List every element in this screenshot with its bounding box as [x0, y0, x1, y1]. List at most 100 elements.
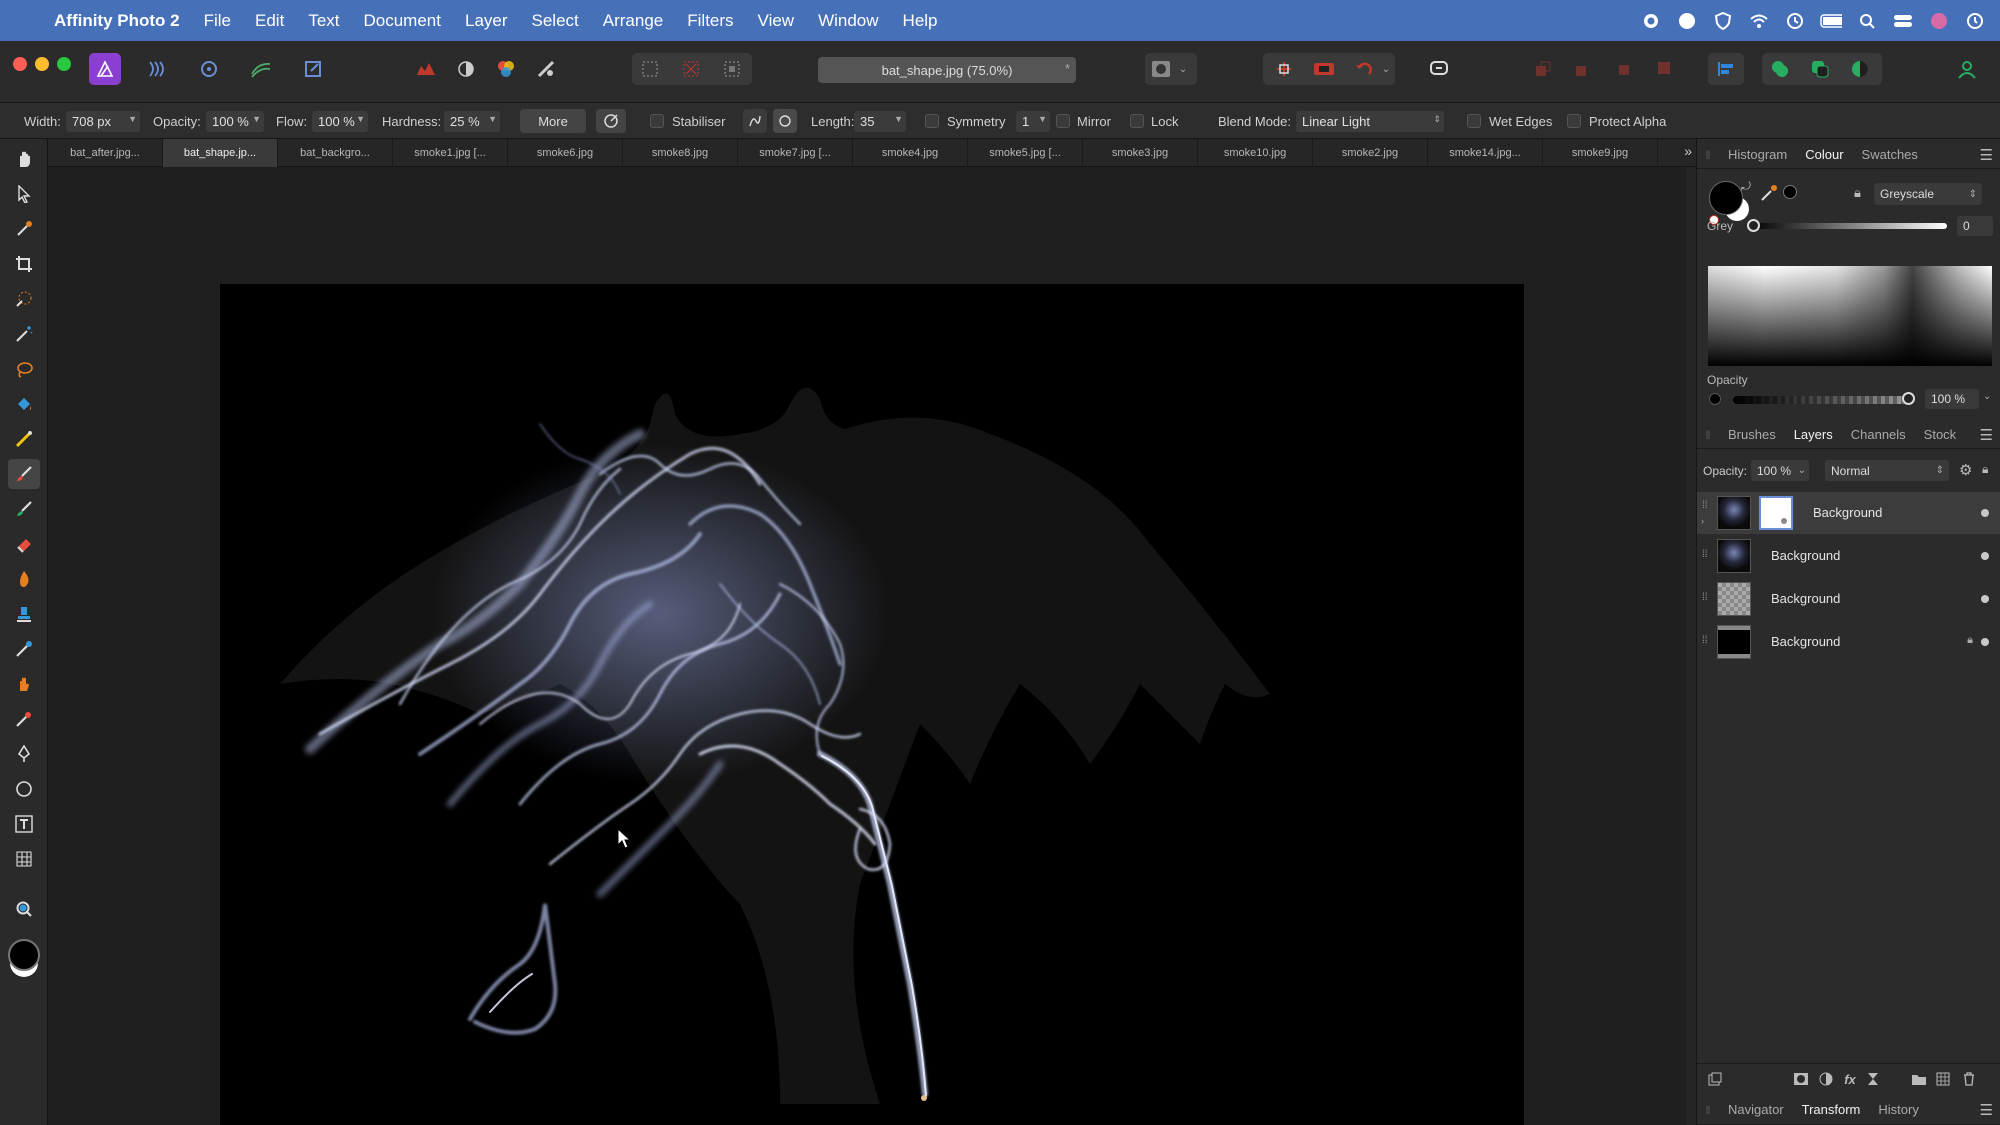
lock-icon[interactable]: 🔒︎: [1854, 185, 1861, 201]
expand-chevron-icon[interactable]: ›: [1701, 516, 1704, 526]
symmetry-count-field[interactable]: 1 ▼: [1016, 111, 1050, 132]
tab-stock[interactable]: Stock: [1915, 427, 1966, 442]
document-canvas[interactable]: [220, 284, 1524, 1125]
colour-opacity-knob[interactable]: [1902, 392, 1915, 405]
align-icon[interactable]: [1710, 53, 1742, 85]
visibility-dot-icon[interactable]: [1981, 509, 1989, 517]
selection-brush-tool-icon[interactable]: [8, 284, 40, 314]
vertical-scrollbar[interactable]: [1686, 167, 1696, 1125]
tab-channels[interactable]: Channels: [1842, 427, 1915, 442]
window-minimize-button[interactable]: [35, 57, 49, 71]
quick-mask-dropdown-icon[interactable]: ⌄: [1175, 53, 1191, 85]
layer-row[interactable]: ⁞⁞ Background 🔒︎: [1697, 621, 2000, 663]
primary-colour-circle-front[interactable]: [1709, 181, 1743, 215]
snapping-icon[interactable]: [1268, 53, 1300, 85]
arrange-forward-icon[interactable]: [1607, 53, 1639, 85]
arrange-front-icon[interactable]: [1647, 53, 1679, 85]
drag-handle-icon[interactable]: ⁞⁞: [1702, 500, 1708, 511]
tab-swatches[interactable]: Swatches: [1853, 147, 1927, 162]
subtract-operation-icon[interactable]: [1804, 53, 1836, 85]
crop-tool-icon[interactable]: [8, 249, 40, 279]
tab-smoke8[interactable]: smoke8.jpg: [623, 139, 738, 167]
tab-smoke9[interactable]: smoke9.jpg: [1543, 139, 1658, 167]
liquify-persona-icon[interactable]: [141, 53, 173, 85]
shield-icon[interactable]: [1712, 10, 1734, 32]
hardness-field[interactable]: 25 % ▼: [444, 111, 500, 132]
tab-histogram[interactable]: Histogram: [1719, 147, 1796, 162]
export-persona-icon[interactable]: [297, 53, 329, 85]
tab-smoke6[interactable]: smoke6.jpg: [508, 139, 623, 167]
wet-edges-checkbox[interactable]: [1467, 114, 1481, 128]
document-title-field[interactable]: bat_shape.jpg (75.0%) *: [818, 57, 1076, 83]
layer-lock-icon[interactable]: 🔒︎: [1967, 634, 1973, 647]
menu-edit[interactable]: Edit: [243, 11, 296, 31]
tab-bat-background[interactable]: bat_backgro...: [278, 139, 393, 167]
tab-smoke7[interactable]: smoke7.jpg [...: [738, 139, 853, 167]
rope-mode-icon[interactable]: [743, 109, 767, 133]
colour-picker-tool-icon[interactable]: [8, 214, 40, 244]
grey-slider[interactable]: [1751, 223, 1947, 229]
menu-view[interactable]: View: [746, 11, 807, 31]
grey-value-field[interactable]: 0: [1957, 216, 1993, 236]
delete-layer-icon[interactable]: [1959, 1069, 1979, 1089]
invert-selection-icon[interactable]: [716, 53, 748, 85]
flood-select-tool-icon[interactable]: [8, 319, 40, 349]
drag-handle-icon[interactable]: ⁞⁞: [1702, 592, 1708, 603]
menu-layer[interactable]: Layer: [453, 11, 520, 31]
tab-smoke10[interactable]: smoke10.jpg: [1198, 139, 1313, 167]
grey-slider-knob[interactable]: [1747, 219, 1760, 232]
menu-select[interactable]: Select: [520, 11, 591, 31]
layer-opacity-field[interactable]: 100 % ⌄: [1751, 460, 1809, 481]
menu-arrange[interactable]: Arrange: [591, 11, 675, 31]
foreground-colour-swatch[interactable]: [8, 939, 40, 971]
arrange-backward-icon[interactable]: [1567, 53, 1599, 85]
tab-smoke1[interactable]: smoke1.jpg [...: [393, 139, 508, 167]
length-field[interactable]: 35 ▼: [854, 111, 906, 132]
wifi-icon[interactable]: [1748, 10, 1770, 32]
auto-white-balance-icon[interactable]: [530, 53, 562, 85]
tone-mapping-persona-icon[interactable]: [245, 53, 277, 85]
menu-help[interactable]: Help: [891, 11, 950, 31]
quick-mask-icon[interactable]: [1145, 53, 1177, 85]
visibility-dot-icon[interactable]: [1981, 638, 1989, 646]
protect-alpha-checkbox[interactable]: [1567, 114, 1581, 128]
deselect-icon[interactable]: [675, 53, 707, 85]
tab-smoke2[interactable]: smoke2.jpg: [1313, 139, 1428, 167]
tab-layers[interactable]: Layers: [1785, 427, 1842, 442]
mirror-checkbox[interactable]: [1056, 114, 1070, 128]
opacity-field[interactable]: 100 % ▼: [206, 111, 264, 132]
frame-text-tool-icon[interactable]: [8, 809, 40, 839]
control-center-icon[interactable]: [1892, 10, 1914, 32]
intersect-operation-icon[interactable]: [1844, 53, 1876, 85]
tab-transform[interactable]: Transform: [1793, 1102, 1870, 1117]
panel-menu-icon[interactable]: ☰: [1980, 1101, 2000, 1119]
layer-blend-mode-select[interactable]: Normal ⇕: [1825, 460, 1949, 481]
record-icon[interactable]: [1640, 10, 1662, 32]
time-machine-icon[interactable]: [1784, 10, 1806, 32]
stabiliser-checkbox[interactable]: [650, 114, 664, 128]
pixel-tool-icon[interactable]: [8, 494, 40, 524]
window-zoom-button[interactable]: [57, 57, 71, 71]
mesh-warp-tool-icon[interactable]: [8, 844, 40, 874]
more-button[interactable]: More: [520, 109, 586, 133]
ellipse-tool-icon[interactable]: [8, 774, 40, 804]
tab-smoke14[interactable]: smoke14.jpg...: [1428, 139, 1543, 167]
freehand-selection-tool-icon[interactable]: [8, 354, 40, 384]
view-tool-icon[interactable]: [8, 144, 40, 174]
blemish-removal-tool-icon[interactable]: [8, 634, 40, 664]
menu-file[interactable]: File: [192, 11, 243, 31]
blend-mode-select[interactable]: Linear Light ⇕: [1296, 111, 1444, 132]
pen-tool-icon[interactable]: [8, 739, 40, 769]
undo-icon[interactable]: [1348, 53, 1380, 85]
tab-history[interactable]: History: [1869, 1102, 1927, 1117]
live-filter-layer-icon[interactable]: fx: [1840, 1069, 1860, 1089]
symmetry-checkbox[interactable]: [925, 114, 939, 128]
lock-icon[interactable]: 🔒︎: [1982, 462, 1988, 477]
panel-menu-icon[interactable]: ☰: [1980, 146, 2000, 164]
layer-row[interactable]: ⁞⁞ › Background: [1697, 492, 2000, 534]
menu-filters[interactable]: Filters: [675, 11, 745, 31]
brush-options-icon[interactable]: [596, 109, 626, 133]
arrange-back-icon[interactable]: [1527, 53, 1559, 85]
account-icon[interactable]: [1951, 53, 1983, 85]
move-tool-icon[interactable]: [8, 179, 40, 209]
